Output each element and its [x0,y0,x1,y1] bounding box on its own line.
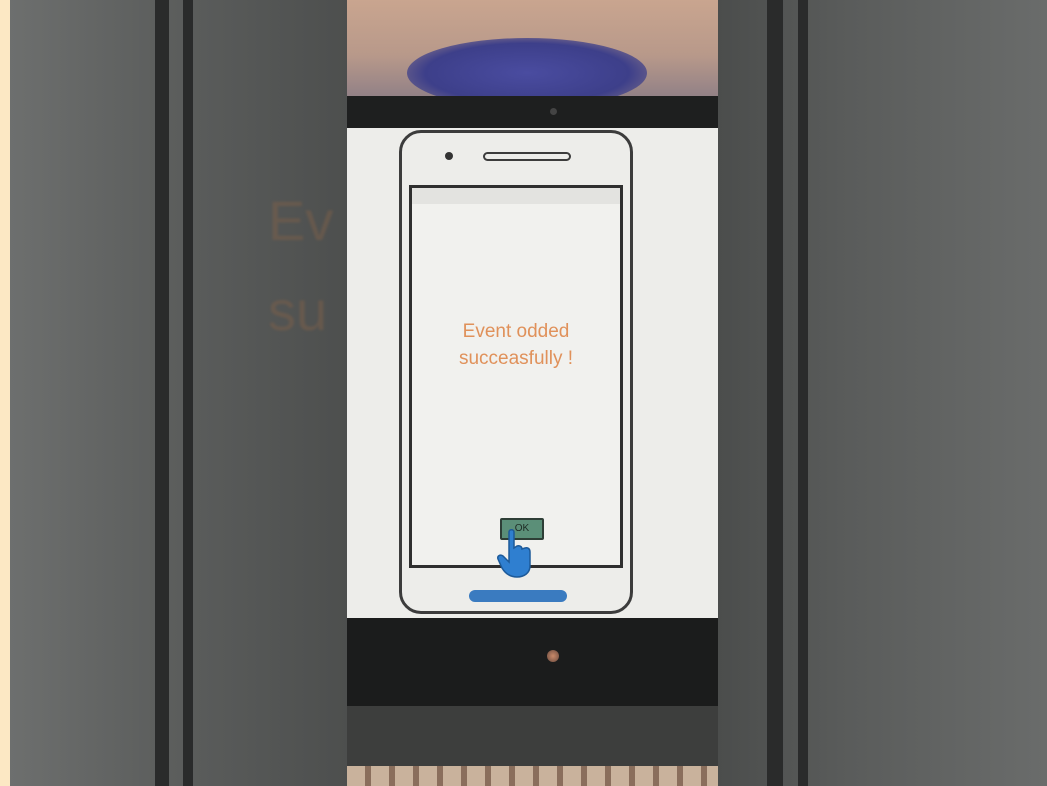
home-button-icon[interactable] [547,650,559,662]
blurred-text-line1: Ev [268,189,334,252]
message-line1: Event odded [462,321,570,342]
success-message: Event odded succeasfully ! [412,318,620,372]
blurred-background-left [10,0,347,786]
blurred-text-line2: su [268,279,328,342]
video-frame: Ev su Event odded succeasfully ! OK [10,0,1047,786]
device-bezel-bottom [347,618,718,706]
background-bar [798,0,808,786]
sketch-bottom-button[interactable] [469,590,567,602]
device-screen: Event odded succeasfully ! OK [347,128,718,618]
background-bar [155,0,169,786]
message-line2: succeasfully ! [458,348,574,369]
background-bar [767,0,783,786]
front-camera [550,108,557,115]
hand-pointer-icon [497,529,531,578]
sketch-camera [445,152,453,160]
sketch-screen: Event odded succeasfully ! OK [409,185,623,568]
surface-below-device [347,706,718,766]
background-bar [183,0,193,786]
patterned-base [347,766,718,786]
status-bar [412,188,620,204]
device-bezel-top [347,96,718,128]
photo-of-device: Event odded succeasfully ! OK [347,0,718,786]
sketch-speaker [483,152,571,161]
